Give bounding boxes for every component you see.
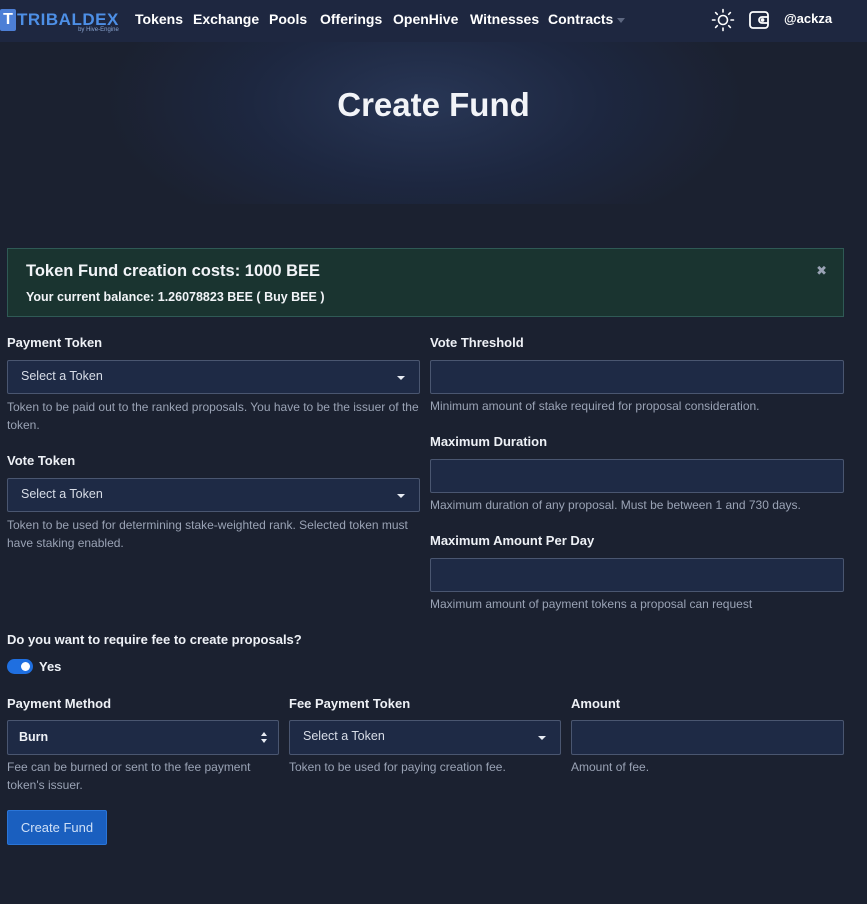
- chevron-down-icon: [397, 494, 405, 498]
- logo-badge: T: [0, 9, 16, 31]
- payment-token-label: Payment Token: [7, 335, 103, 350]
- nav-witnesses[interactable]: Witnesses: [470, 11, 539, 27]
- chevron-down-icon: [617, 17, 626, 23]
- vote-threshold-input[interactable]: [430, 360, 844, 394]
- fee-payment-token-placeholder: Select a Token: [303, 729, 385, 743]
- chevron-down-icon: [397, 376, 405, 380]
- payment-method-select[interactable]: Burn: [7, 720, 279, 755]
- nav-offerings[interactable]: Offerings: [320, 11, 382, 27]
- amount-label: Amount: [571, 696, 621, 711]
- sun-icon[interactable]: [711, 8, 735, 37]
- payment-method-label: Payment Method: [7, 696, 112, 711]
- vote-token-placeholder: Select a Token: [21, 487, 103, 501]
- max-amount-label: Maximum Amount Per Day: [430, 533, 595, 548]
- max-duration-input[interactable]: [430, 459, 844, 493]
- fee-toggle-label: Yes: [39, 659, 62, 674]
- logo-subtitle: by Hive-Engine: [78, 27, 119, 33]
- cost-alert: Token Fund creation costs: 1000 BEE Your…: [7, 248, 844, 317]
- navbar: T TRIBALDEX by Hive-Engine Tokens Exchan…: [0, 0, 867, 42]
- close-icon[interactable]: ✖: [816, 263, 827, 279]
- vote-token-help: Token to be used for determining stake-w…: [7, 518, 408, 550]
- wallet-icon[interactable]: [747, 8, 771, 37]
- nav-tokens[interactable]: Tokens: [135, 11, 183, 27]
- fee-toggle[interactable]: [7, 659, 33, 674]
- nav-openhive[interactable]: OpenHive: [393, 11, 458, 27]
- sort-updown-icon: [260, 731, 268, 745]
- vote-threshold-help: Minimum amount of stake required for pro…: [430, 399, 760, 413]
- amount-input[interactable]: [571, 720, 844, 755]
- max-amount-help: Maximum amount of payment tokens a propo…: [430, 597, 753, 611]
- create-fund-button[interactable]: Create Fund: [7, 810, 107, 845]
- max-amount-input[interactable]: [430, 558, 844, 592]
- max-duration-help: Maximum duration of any proposal. Must b…: [430, 498, 801, 512]
- page-title: Create Fund: [337, 86, 530, 123]
- chevron-down-icon: [538, 736, 546, 740]
- user-menu[interactable]: @ackza: [784, 11, 832, 26]
- nav-exchange[interactable]: Exchange: [193, 11, 259, 27]
- fee-payment-token-select[interactable]: Select a Token: [289, 720, 561, 755]
- payment-method-value: Burn: [19, 730, 49, 744]
- vote-token-select[interactable]: Select a Token: [7, 478, 420, 512]
- alert-balance: Your current balance: 1.26078823 BEE ( B…: [26, 290, 325, 304]
- alert-title: Token Fund creation costs: 1000 BEE: [26, 262, 321, 280]
- fee-question: Do you want to require fee to create pro…: [7, 632, 302, 647]
- nav-contracts[interactable]: Contracts: [548, 11, 626, 27]
- payment-method-help: Fee can be burned or sent to the fee pay…: [7, 760, 251, 792]
- nav-pools[interactable]: Pools: [269, 11, 307, 27]
- max-duration-label: Maximum Duration: [430, 434, 548, 449]
- payment-token-help: Token to be paid out to the ranked propo…: [7, 400, 419, 432]
- hero: Create Fund: [0, 42, 867, 204]
- fee-payment-token-help: Token to be used for paying creation fee…: [289, 760, 506, 774]
- vote-token-label: Vote Token: [7, 453, 76, 468]
- logo[interactable]: T TRIBALDEX by Hive-Engine: [0, 9, 119, 33]
- payment-token-placeholder: Select a Token: [21, 369, 103, 383]
- fee-payment-token-label: Fee Payment Token: [289, 696, 411, 711]
- amount-help: Amount of fee.: [571, 760, 650, 774]
- payment-token-select[interactable]: Select a Token: [7, 360, 420, 394]
- vote-threshold-label: Vote Threshold: [430, 335, 524, 350]
